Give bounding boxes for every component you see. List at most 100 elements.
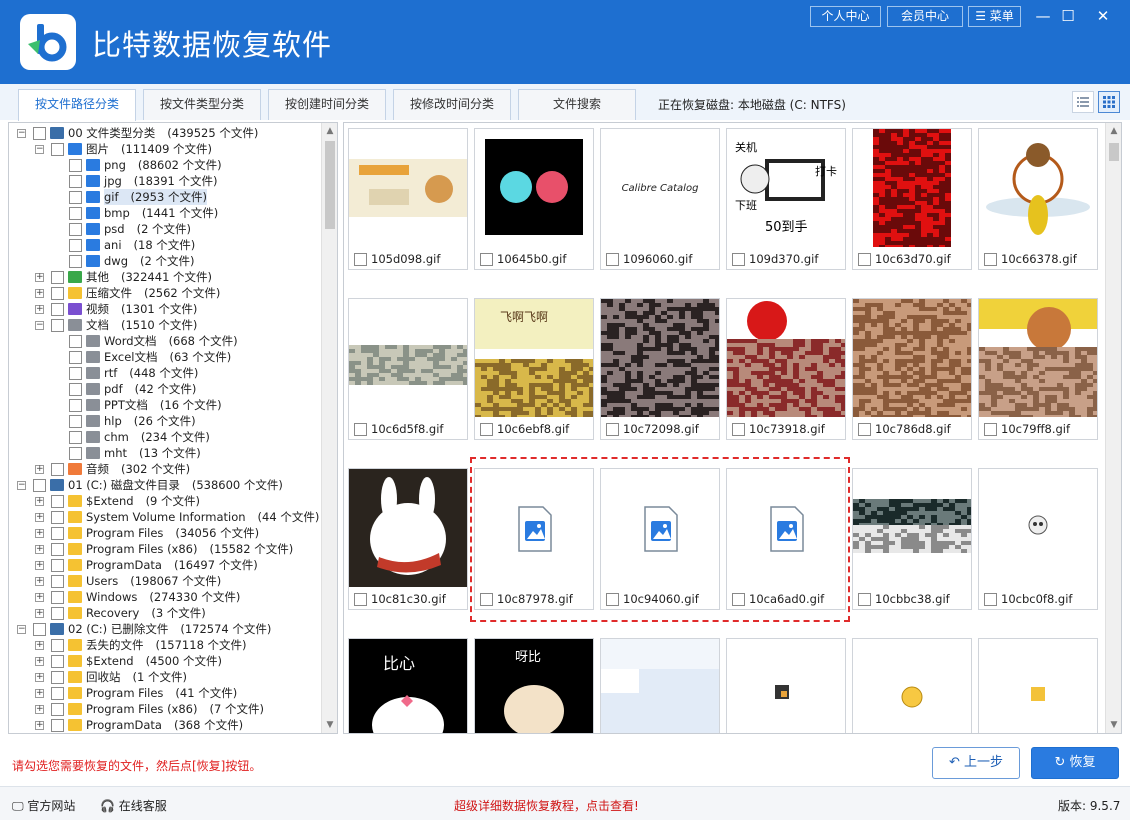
tree-item[interactable]: rtf (448 个文件) [9,365,319,381]
file-card[interactable]: 飞啊飞啊 10c6ebf8.gif [474,298,594,440]
file-card[interactable]: 10645b0.gif [474,128,594,270]
tree-item[interactable]: gif (2953 个文件) [9,189,319,205]
tree-item[interactable]: − 文档 (1510 个文件) [9,317,319,333]
expand-icon[interactable]: + [35,689,44,698]
tree-item[interactable]: bmp (1441 个文件) [9,205,319,221]
tree-checkbox[interactable] [51,303,64,316]
file-checkbox[interactable] [480,253,493,266]
minimize-icon[interactable]: — [1031,5,1055,27]
tree-checkbox[interactable] [69,383,82,396]
file-card[interactable]: Calibre Catalog 1096060.gif [600,128,720,270]
member-center-button[interactable]: 会员中心 [887,6,963,27]
expand-icon[interactable]: + [35,705,44,714]
tree-item[interactable]: + Program Files (x86) (7 个文件) [9,701,319,717]
tree-item[interactable]: chm (234 个文件) [9,429,319,445]
file-checkbox[interactable] [354,253,367,266]
tree-checkbox[interactable] [69,335,82,348]
expand-icon[interactable]: + [35,529,44,538]
tree-checkbox[interactable] [69,351,82,364]
tree-item[interactable]: + System Volume Information (44 个文件) [9,509,319,525]
file-checkbox[interactable] [858,593,871,606]
tree-checkbox[interactable] [33,127,46,140]
tree-item[interactable]: − 图片 (111409 个文件) [9,141,319,157]
tree-item[interactable]: + Users (198067 个文件) [9,573,319,589]
scroll-thumb[interactable] [325,141,335,229]
file-card[interactable]: 10c786d8.gif [852,298,972,440]
tree-checkbox[interactable] [51,655,64,668]
file-card[interactable]: 10c63d70.gif [852,128,972,270]
tree-item[interactable]: ani (18 个文件) [9,237,319,253]
expand-icon[interactable]: + [35,273,44,282]
tree-checkbox[interactable] [69,207,82,220]
expand-icon[interactable]: + [35,289,44,298]
scroll-down-icon[interactable]: ▼ [322,717,337,733]
tree-checkbox[interactable] [51,143,64,156]
tree-item[interactable]: + Recovery (3 个文件) [9,605,319,621]
tree-item[interactable]: jpg (18391 个文件) [9,173,319,189]
file-card[interactable] [852,638,972,733]
tree-scrollbar[interactable]: ▲ ▼ [321,123,337,733]
expand-icon[interactable]: + [35,609,44,618]
tree-item[interactable]: PPT文档 (16 个文件) [9,397,319,413]
tree-checkbox[interactable] [51,607,64,620]
expand-icon[interactable]: + [35,545,44,554]
grid-scroll-down-icon[interactable]: ▼ [1106,717,1121,733]
tree-item[interactable]: + ProgramData (368 个文件) [9,717,319,733]
expand-icon[interactable]: + [35,497,44,506]
tab-by-path[interactable]: 按文件路径分类 [18,89,136,121]
tree-item[interactable]: + $Extend (9 个文件) [9,493,319,509]
tree-checkbox[interactable] [69,191,82,204]
tree-checkbox[interactable] [33,479,46,492]
file-card[interactable]: 10c73918.gif [726,298,846,440]
file-checkbox[interactable] [354,593,367,606]
tab-by-type[interactable]: 按文件类型分类 [143,89,261,120]
file-checkbox[interactable] [732,423,745,436]
tree-item[interactable]: pdf (42 个文件) [9,381,319,397]
tree-item[interactable]: + 丢失的文件 (157118 个文件) [9,637,319,653]
file-card[interactable]: 10c81c30.gif [348,468,468,610]
expand-icon[interactable]: + [35,593,44,602]
collapse-icon[interactable]: − [35,321,44,330]
file-card[interactable]: 关机 打卡 下班 50到手 109d370.gif [726,128,846,270]
tree-checkbox[interactable] [69,159,82,172]
file-checkbox[interactable] [354,423,367,436]
file-card[interactable]: 10c66378.gif [978,128,1098,270]
tree-checkbox[interactable] [51,527,64,540]
tree-checkbox[interactable] [51,495,64,508]
tree-checkbox[interactable] [51,575,64,588]
file-checkbox[interactable] [984,423,997,436]
tree-item[interactable]: png (88602 个文件) [9,157,319,173]
file-checkbox[interactable] [480,423,493,436]
tree-item[interactable]: psd (2 个文件) [9,221,319,237]
tree-checkbox[interactable] [51,639,64,652]
file-card[interactable]: 105d098.gif [348,128,468,270]
tab-by-created[interactable]: 按创建时间分类 [268,89,386,120]
menu-button[interactable]: ☰ 菜单 [968,6,1021,27]
tree-checkbox[interactable] [51,703,64,716]
tree-checkbox[interactable] [51,671,64,684]
tree-checkbox[interactable] [69,367,82,380]
tree-checkbox[interactable] [69,415,82,428]
tutorial-link[interactable]: 超级详细数据恢复教程，点击查看! [454,797,639,814]
tree-item[interactable]: + $Extend (4500 个文件) [9,653,319,669]
tree-checkbox[interactable] [69,239,82,252]
tree-checkbox[interactable] [51,511,64,524]
tree-item[interactable]: + 音频 (302 个文件) [9,461,319,477]
file-card[interactable]: 10c79ff8.gif [978,298,1098,440]
file-card[interactable] [726,638,846,733]
file-checkbox[interactable] [606,253,619,266]
tree-checkbox[interactable] [51,687,64,700]
file-checkbox[interactable] [858,423,871,436]
expand-icon[interactable]: + [35,561,44,570]
folder-tree[interactable]: ▲ ▼ − 00 文件类型分类 (439525 个文件) − 图片 (111409 个文件… [8,122,338,734]
tree-item[interactable]: + 其他 (322441 个文件) [9,269,319,285]
tree-checkbox[interactable] [51,591,64,604]
expand-icon[interactable]: + [35,513,44,522]
tree-item[interactable]: Word文档 (668 个文件) [9,333,319,349]
tree-checkbox[interactable] [69,223,82,236]
grid-scroll-up-icon[interactable]: ▲ [1106,123,1121,139]
grid-scrollbar[interactable]: ▲ ▼ [1105,123,1121,733]
file-card[interactable] [978,638,1098,733]
tree-checkbox[interactable] [51,543,64,556]
tree-checkbox[interactable] [51,719,64,732]
